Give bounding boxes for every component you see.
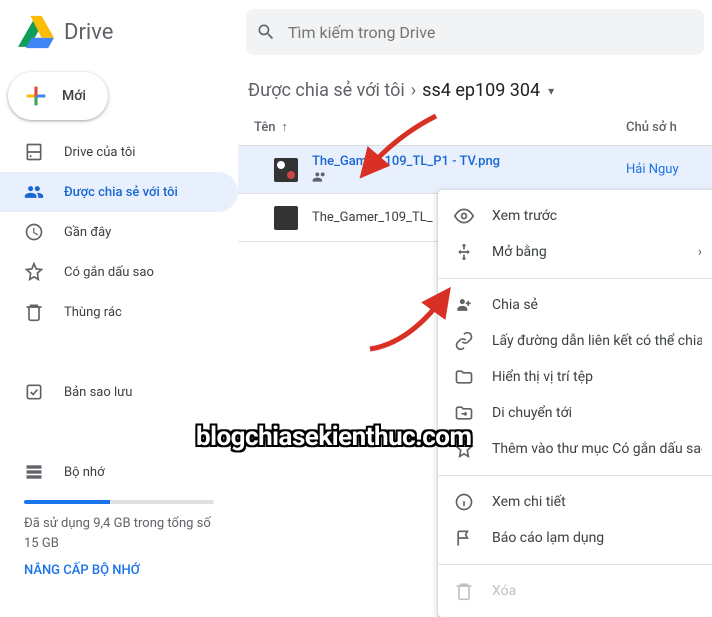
search-bar[interactable] bbox=[246, 9, 704, 55]
menu-show-location[interactable]: Hiển thị vị trí tệp bbox=[438, 359, 712, 395]
new-button[interactable]: Mới bbox=[8, 72, 108, 120]
person-add-icon bbox=[454, 295, 474, 315]
search-icon bbox=[254, 20, 278, 44]
folder-icon bbox=[454, 367, 474, 387]
chevron-right-icon: › bbox=[411, 80, 416, 101]
menu-delete: Xóa bbox=[438, 573, 712, 609]
nav-my-drive[interactable]: Drive của tôi bbox=[0, 132, 238, 172]
app-header: Drive bbox=[0, 0, 712, 64]
nav-recent[interactable]: Gần đây bbox=[0, 212, 238, 252]
drive-logo-icon bbox=[16, 12, 56, 52]
nav-storage[interactable]: Bộ nhớ bbox=[0, 452, 238, 492]
context-menu: Xem trước Mở bằng › Chia sẻ Lấy đường dẫ… bbox=[438, 190, 712, 617]
col-name[interactable]: Tên ↑ bbox=[254, 119, 626, 135]
menu-get-link[interactable]: Lấy đường dẫn liên kết có thể chia sẻ bbox=[438, 323, 712, 359]
sort-asc-icon: ↑ bbox=[282, 119, 289, 135]
file-row[interactable]: The_Gamer_109_TL_P1 - TV.png Hải Nguy bbox=[238, 146, 712, 194]
flag-icon bbox=[454, 528, 474, 548]
app-title: Drive bbox=[64, 20, 113, 45]
menu-report[interactable]: Báo cáo lạm dụng bbox=[438, 520, 712, 556]
chevron-right-icon: › bbox=[698, 244, 702, 260]
move-icon bbox=[454, 403, 474, 423]
menu-move-to[interactable]: Di chuyển tới bbox=[438, 395, 712, 431]
file-thumbnail-icon bbox=[274, 158, 298, 182]
link-icon bbox=[454, 331, 474, 351]
trash-icon bbox=[24, 302, 44, 322]
watermark-text: blogchiasekienthuc.com bbox=[196, 422, 471, 452]
col-owner[interactable]: Chủ sở h bbox=[626, 120, 696, 135]
file-owner[interactable]: Hải Nguy bbox=[626, 162, 696, 177]
dropdown-icon[interactable]: ▾ bbox=[548, 84, 554, 98]
open-with-icon bbox=[454, 242, 474, 262]
star-icon bbox=[24, 262, 44, 282]
logo-section[interactable]: Drive bbox=[8, 12, 246, 52]
backup-icon bbox=[24, 382, 44, 402]
menu-add-star[interactable]: Thêm vào thư mục Có gắn dấu sao bbox=[438, 431, 712, 467]
storage-used-text: Đã sử dụng 9,4 GB trong tổng số 15 GB bbox=[24, 514, 214, 553]
shared-badge-icon bbox=[312, 169, 626, 185]
menu-share[interactable]: Chia sẻ bbox=[438, 287, 712, 323]
menu-preview[interactable]: Xem trước bbox=[438, 198, 712, 234]
eye-icon bbox=[454, 206, 474, 226]
storage-section: Đã sử dụng 9,4 GB trong tổng số 15 GB NÂ… bbox=[0, 492, 238, 578]
my-drive-icon bbox=[24, 142, 44, 162]
sidebar: Mới Drive của tôi Được chia sẻ với tôi G… bbox=[0, 64, 238, 601]
storage-icon bbox=[24, 462, 44, 482]
nav-trash[interactable]: Thùng rác bbox=[0, 292, 238, 332]
nav-starred[interactable]: Có gắn dấu sao bbox=[0, 252, 238, 292]
storage-bar bbox=[24, 500, 214, 504]
breadcrumb: Được chia sẻ với tôi › ss4 ep109 304 ▾ bbox=[238, 76, 712, 105]
upgrade-storage-link[interactable]: NÂNG CẤP BỘ NHỚ bbox=[24, 563, 214, 578]
menu-open-with[interactable]: Mở bằng › bbox=[438, 234, 712, 270]
trash-icon bbox=[454, 581, 474, 601]
breadcrumb-current[interactable]: ss4 ep109 304 bbox=[422, 80, 540, 101]
menu-details[interactable]: Xem chi tiết bbox=[438, 484, 712, 520]
nav-shared-with-me[interactable]: Được chia sẻ với tôi bbox=[0, 172, 238, 212]
plus-icon bbox=[22, 82, 50, 110]
new-button-label: Mới bbox=[62, 88, 86, 104]
search-input[interactable] bbox=[288, 23, 696, 42]
shared-icon bbox=[24, 182, 44, 202]
info-icon bbox=[454, 492, 474, 512]
list-header: Tên ↑ Chủ sở h bbox=[238, 105, 712, 146]
breadcrumb-root[interactable]: Được chia sẻ với tôi bbox=[248, 80, 405, 101]
nav-backup[interactable]: Bản sao lưu bbox=[0, 372, 238, 412]
file-thumbnail-icon bbox=[274, 206, 298, 230]
recent-icon bbox=[24, 222, 44, 242]
